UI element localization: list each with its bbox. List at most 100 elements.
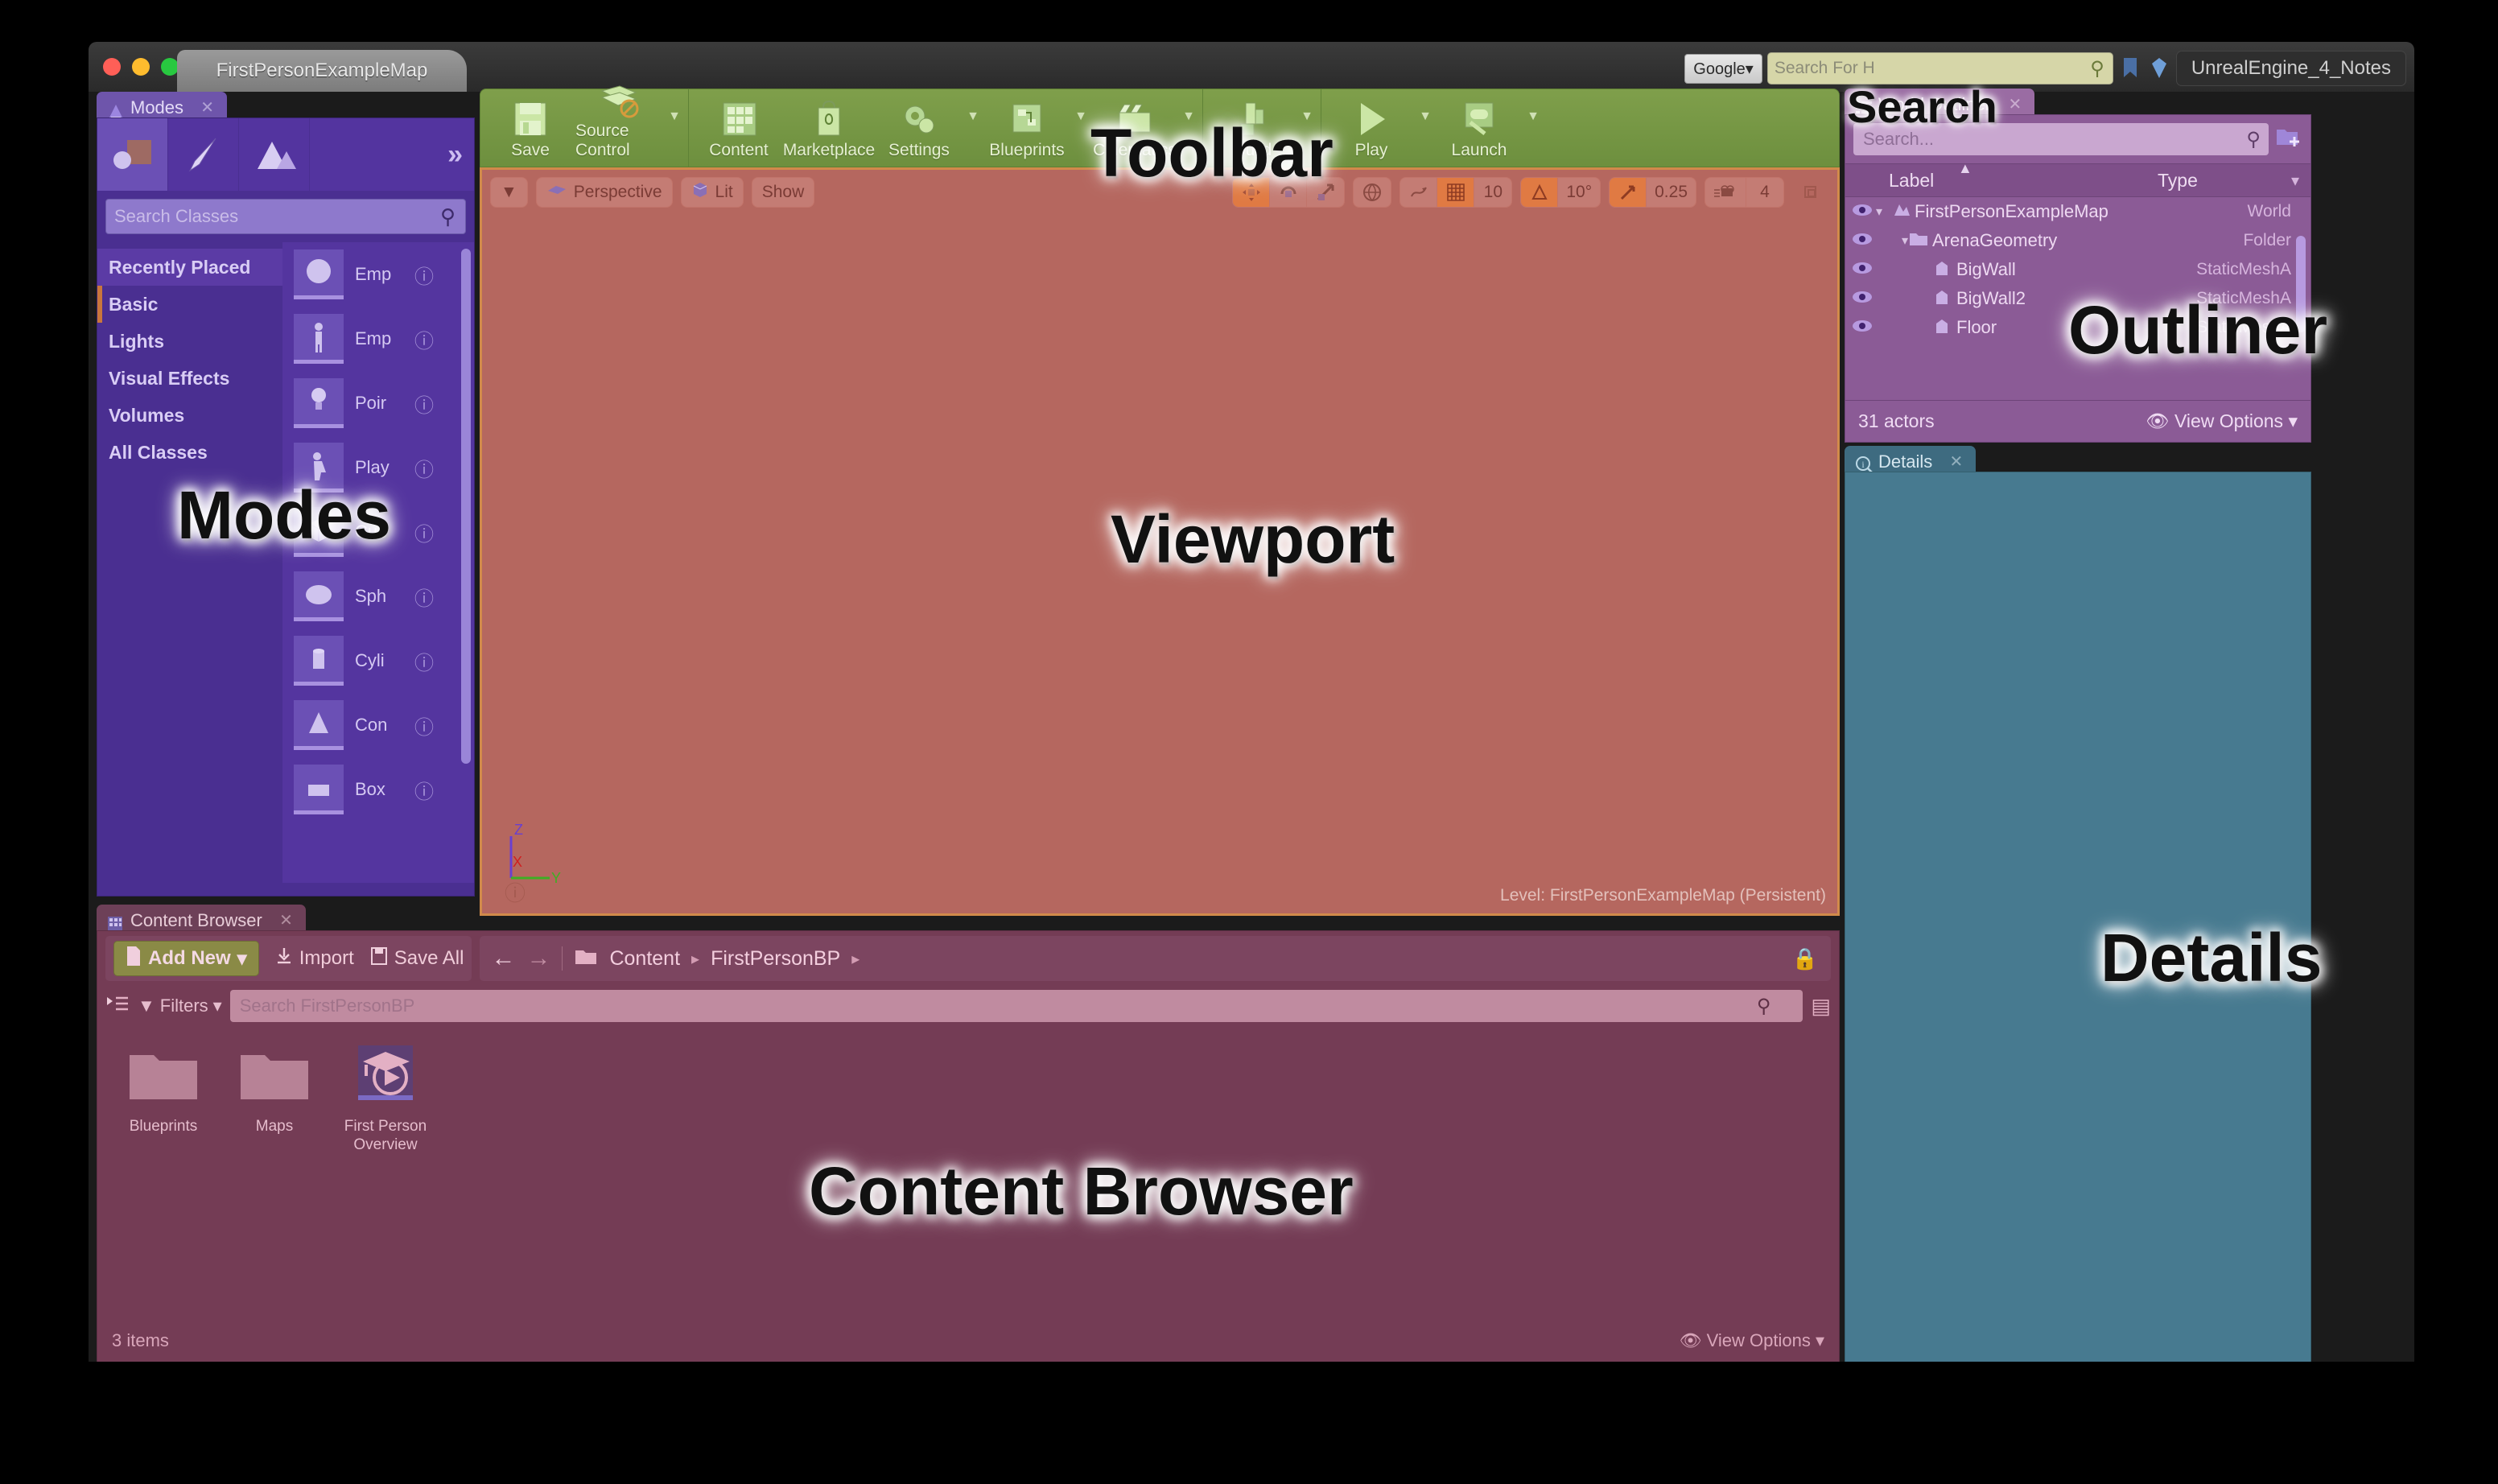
list-item[interactable]: Sph ⓘ <box>282 564 474 629</box>
search-input[interactable]: Search For H ⚲ <box>1767 52 2113 85</box>
search-engine-selector[interactable]: Google▾ <box>1684 54 1762 84</box>
shading-mode-button[interactable]: Lit <box>681 177 744 208</box>
camera-speed-icon[interactable] <box>1705 178 1746 207</box>
minimize-window-button[interactable] <box>132 58 150 76</box>
modes-category-basic[interactable]: Basic <box>97 286 282 323</box>
question-mark-icon[interactable]: ⓘ <box>505 877 526 907</box>
save-button[interactable]: Save <box>485 89 575 167</box>
list-item[interactable]: Con ⓘ <box>282 693 474 757</box>
arrow-left-icon[interactable]: ← <box>491 945 515 972</box>
table-row[interactable]: ▾ FirstPersonExampleMap World <box>1845 197 2310 226</box>
angle-snap-value[interactable]: 10° <box>1558 178 1600 207</box>
table-row[interactable]: ▾ ArenaGeometry Folder <box>1845 226 2310 255</box>
question-mark-icon[interactable]: ⓘ <box>414 261 434 289</box>
list-item[interactable]: Poir ⓘ <box>282 371 474 435</box>
breadcrumb-content[interactable]: Content <box>609 947 680 971</box>
question-mark-icon[interactable]: ⓘ <box>414 711 434 740</box>
question-mark-icon[interactable]: ⓘ <box>414 647 434 675</box>
column-header-label[interactable]: Label ▲ <box>1845 170 2151 192</box>
eye-icon[interactable] <box>1852 261 1876 278</box>
eye-icon[interactable] <box>1852 290 1876 307</box>
modes-category-visual-effects[interactable]: Visual Effects <box>97 360 282 397</box>
question-mark-icon[interactable]: ⓘ <box>414 454 434 482</box>
camera-speed-value[interactable]: 4 <box>1746 178 1783 207</box>
scale-snap-toggle[interactable] <box>1610 178 1647 207</box>
eye-icon[interactable] <box>1852 203 1876 221</box>
window-tab-title[interactable]: FirstPersonExampleMap <box>177 50 467 92</box>
eye-icon[interactable] <box>1852 319 1876 336</box>
question-mark-icon[interactable]: ⓘ <box>414 518 434 546</box>
chevron-double-right-icon[interactable]: » <box>447 139 463 171</box>
close-window-button[interactable] <box>103 58 121 76</box>
view-options-button[interactable]: 👁 View Options ▾ <box>2146 410 2298 432</box>
content-button[interactable]: Content <box>694 89 784 167</box>
new-folder-icon[interactable] <box>2275 126 2302 154</box>
modes-category-recently-placed[interactable]: Recently Placed <box>97 249 282 286</box>
maximize-viewport-icon[interactable] <box>1792 183 1829 202</box>
launch-button[interactable]: Launch <box>1434 89 1524 167</box>
breadcrumb-firstpersonbp[interactable]: FirstPersonBP <box>711 947 840 971</box>
add-new-button[interactable]: Add New ▾ <box>113 941 259 976</box>
filters-button[interactable]: ▼ Filters ▾ <box>138 996 222 1016</box>
modes-category-all-classes[interactable]: All Classes <box>97 434 282 471</box>
viewport-menu-button[interactable]: ▼ <box>490 177 528 208</box>
globe-icon[interactable] <box>1354 178 1391 207</box>
question-mark-icon[interactable]: ⓘ <box>414 325 434 353</box>
browser-tab-notes[interactable]: UnrealEngine_4_Notes <box>2176 51 2406 86</box>
asset-tile-blueprints[interactable]: Blueprints <box>118 1044 208 1154</box>
extension-icon[interactable] <box>2147 55 2171 82</box>
modes-scrollbar[interactable] <box>461 249 471 764</box>
list-item[interactable]: Cyli ⓘ <box>282 629 474 693</box>
marketplace-button[interactable]: Marketplace <box>784 89 874 167</box>
settings-button[interactable]: Settings <box>874 89 964 167</box>
content-browser-search-input[interactable]: Search FirstPersonBP ⚲ <box>230 990 1803 1022</box>
question-mark-icon[interactable]: ⓘ <box>414 776 434 804</box>
chevron-down-icon[interactable]: ▼ <box>666 109 683 146</box>
modes-category-volumes[interactable]: Volumes <box>97 397 282 434</box>
sphere-icon <box>294 249 344 299</box>
column-header-type[interactable]: Type <box>2151 170 2198 192</box>
question-mark-icon[interactable]: ⓘ <box>414 390 434 418</box>
expander-icon[interactable]: ▾ <box>1876 233 1908 249</box>
table-row[interactable]: BigWall StaticMeshA <box>1845 255 2310 284</box>
list-item[interactable]: Emp ⓘ <box>282 242 474 307</box>
scale-snap-value[interactable]: 0.25 <box>1647 178 1696 207</box>
list-item[interactable]: Emp ⓘ <box>282 307 474 371</box>
chevron-down-icon[interactable]: ▼ <box>964 109 982 146</box>
arrow-right-icon[interactable]: → <box>526 945 550 972</box>
chevron-down-icon[interactable]: ▼ <box>1524 109 1542 146</box>
eye-icon[interactable] <box>1852 232 1876 249</box>
lock-icon[interactable]: 🔒 <box>1792 946 1818 971</box>
angle-snap-toggle[interactable] <box>1521 178 1558 207</box>
search-classes-input[interactable]: Search Classes ⚲ <box>105 199 466 234</box>
grid-snap-value[interactable]: 10 <box>1474 178 1511 207</box>
view-type-button[interactable]: Perspective <box>536 177 673 208</box>
mode-button-place[interactable] <box>97 118 168 191</box>
source-control-button[interactable]: Source Control <box>575 89 666 167</box>
show-menu-button[interactable]: Show <box>752 177 815 208</box>
expander-icon[interactable]: ▾ <box>1876 204 1892 220</box>
chevron-down-icon: ▼ <box>501 183 517 202</box>
zoom-window-button[interactable] <box>161 58 179 76</box>
question-mark-icon[interactable]: ⓘ <box>414 583 434 611</box>
play-button[interactable]: Play <box>1326 89 1416 167</box>
mode-button-paint[interactable] <box>168 118 239 191</box>
surface-snap-button[interactable] <box>1400 178 1437 207</box>
grid-snap-toggle[interactable] <box>1437 178 1474 207</box>
chevron-down-icon[interactable]: ▼ <box>1072 109 1090 146</box>
column-filter-icon[interactable]: ▾ <box>2291 171 2299 191</box>
list-view-icon[interactable]: ▤ <box>1811 994 1831 1019</box>
sources-panel-icon[interactable] <box>105 994 130 1019</box>
view-options-button[interactable]: 👁 View Options ▾ <box>1680 1330 1824 1351</box>
asset-tile-maps[interactable]: Maps <box>229 1044 319 1154</box>
blueprints-button[interactable]: Blueprints <box>982 89 1072 167</box>
save-all-button[interactable]: Save All <box>370 946 464 971</box>
list-item[interactable]: Box ⓘ <box>282 757 474 822</box>
asset-tile-first-person-overview[interactable]: First Person Overview <box>340 1044 431 1154</box>
modes-category-lights[interactable]: Lights <box>97 323 282 360</box>
chevron-down-icon[interactable]: ▼ <box>1416 109 1434 146</box>
mode-button-landscape[interactable] <box>239 118 310 191</box>
import-button[interactable]: Import <box>275 946 354 971</box>
bookmark-icon[interactable] <box>2118 55 2142 82</box>
floppy-disk-icon <box>370 946 388 971</box>
